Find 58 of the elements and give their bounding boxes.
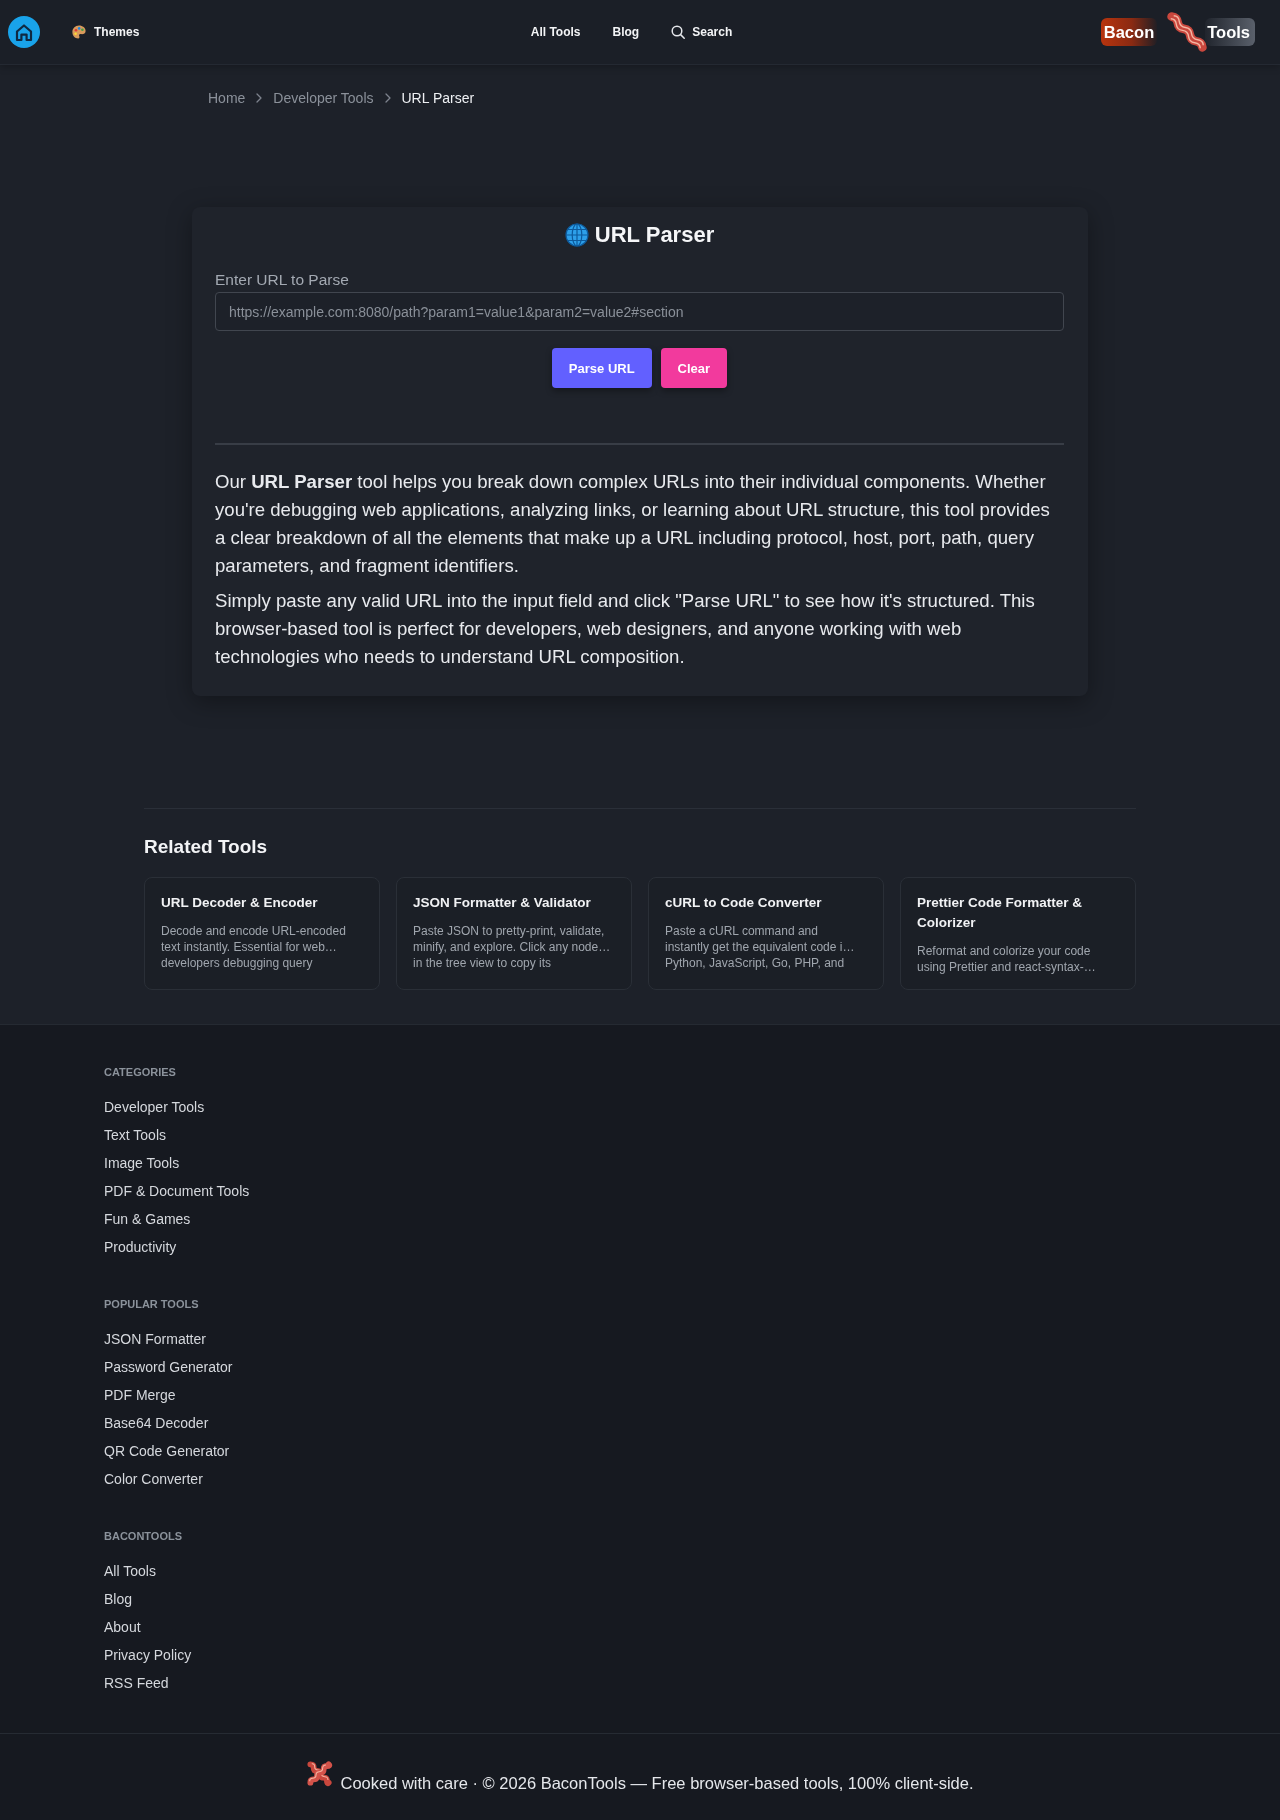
footer-link[interactable]: Image Tools [104, 1149, 180, 1177]
field-label: Enter URL to Parse [215, 270, 350, 290]
footer-link[interactable]: Password Generator [104, 1353, 233, 1381]
footer-link[interactable]: Blog [104, 1585, 133, 1613]
footer-heading: BACONTOOLS [104, 1529, 183, 1544]
bacon-strip-icon [1167, 12, 1208, 52]
card-description: Decode and encode URL-encoded text instantly. Essential for web… developers debugging query [161, 923, 347, 971]
copyright-text: Cooked with care · © 2026 BaconTools — Free browser-based tools, 100% client-side. [340, 1773, 974, 1794]
description-paragraph: Our URL Parser tool helps you break down complex URLs into their individual components. Whether you're debugging web applications, analyzing links, or learning about URL structure, this tool provides a clear breakdown of all the elements that make up a URL including protocol, host, port, path, query parameters, and fragment identifiers. [215, 470, 1051, 578]
related-tool-card[interactable]: JSON Formatter & Validator Paste JSON to pretty-print, validate, minify, and explore. Click any node… in the tree view to copy its [396, 877, 632, 990]
url-input-field[interactable]: https://example.com:8080/path?param1=value1&param2=value2#section [215, 292, 1064, 331]
themes-button[interactable]: Themes [72, 24, 140, 40]
card-title: URL Decoder & Encoder [161, 894, 319, 912]
footer-link[interactable]: Developer Tools [104, 1093, 205, 1121]
tool-title: URL Parser [594, 223, 715, 247]
chevron-right-icon [383, 93, 392, 103]
globe-icon [564, 223, 589, 247]
card-title: JSON Formatter & Validator [413, 894, 592, 912]
related-tool-card[interactable]: Prettier Code Formatter & Colorizer Reformat and colorize your code using Prettier and react-syntax-… [900, 877, 1136, 990]
nav-link[interactable]: Blog [612, 24, 640, 40]
footer-link[interactable]: PDF Merge [104, 1381, 176, 1409]
footer-link[interactable]: All Tools [104, 1557, 156, 1585]
parse-url-button[interactable]: Parse URL [551, 348, 652, 388]
card-description: Reformat and colorize your code using Prettier and react-syntax-… [917, 943, 1097, 975]
home-icon[interactable] [8, 16, 40, 48]
breadcrumb-current-page: URL Parser [401, 89, 475, 108]
logo-text[interactable]: Tools [1205, 18, 1255, 46]
breadcrumb-link[interactable]: Home [208, 88, 246, 108]
search-button[interactable]: Search [671, 24, 733, 40]
logo-text[interactable]: Bacon [1100, 18, 1158, 46]
card-title: cURL to Code Converter [665, 894, 823, 912]
chevron-right-icon [255, 93, 264, 103]
palette-icon [72, 25, 86, 39]
footer-link[interactable]: Productivity [104, 1233, 177, 1261]
footer-link[interactable]: Privacy Policy [104, 1641, 192, 1669]
footer-link[interactable]: Text Tools [104, 1121, 166, 1149]
card-description: Paste a cURL command and instantly get the equivalent code i… Python, JavaScript, Go, PHP, and [665, 923, 856, 971]
footer-link[interactable]: About [104, 1613, 141, 1641]
section-heading: Related Tools [144, 835, 269, 859]
card-description: Paste JSON to pretty-print, validate, minify, and explore. Click any node… in the tree view to copy its [413, 923, 612, 971]
clear-button[interactable]: Clear [660, 348, 728, 388]
footer-link[interactable]: PDF & Document Tools [104, 1177, 250, 1205]
description-paragraph: Simply paste any valid URL into the input field and click "Parse URL" to see how it's structured. This browser-based tool is perfect for developers, web designers, and anyone working with web technologies who needs to understand URL composition. [215, 589, 1036, 669]
related-tool-card[interactable]: cURL to Code Converter Paste a cURL command and instantly get the equivalent code i… Python, JavaScript, Go, PHP, and [648, 877, 884, 990]
related-tool-card[interactable]: URL Decoder & Encoder Decode and encode URL-encoded text instantly. Essential for web… developers debugging query [144, 877, 380, 990]
footer-link[interactable]: RSS Feed [104, 1669, 169, 1697]
footer-link[interactable]: JSON Formatter [104, 1325, 206, 1353]
footer-heading: CATEGORIES [104, 1065, 176, 1080]
footer-heading: POPULAR TOOLS [104, 1297, 199, 1312]
nav-link[interactable]: All Tools [530, 24, 581, 40]
crossed-bacon-icon [306, 1760, 334, 1787]
footer-link[interactable]: Color Converter [104, 1465, 203, 1493]
footer-link[interactable]: QR Code Generator [104, 1437, 230, 1465]
card-title: Prettier Code Formatter & Colorizer [917, 894, 1084, 932]
footer-link[interactable]: Fun & Games [104, 1205, 191, 1233]
footer-link[interactable]: Base64 Decoder [104, 1409, 209, 1437]
search-icon [671, 25, 686, 39]
breadcrumb-link[interactable]: Developer Tools [273, 88, 374, 108]
